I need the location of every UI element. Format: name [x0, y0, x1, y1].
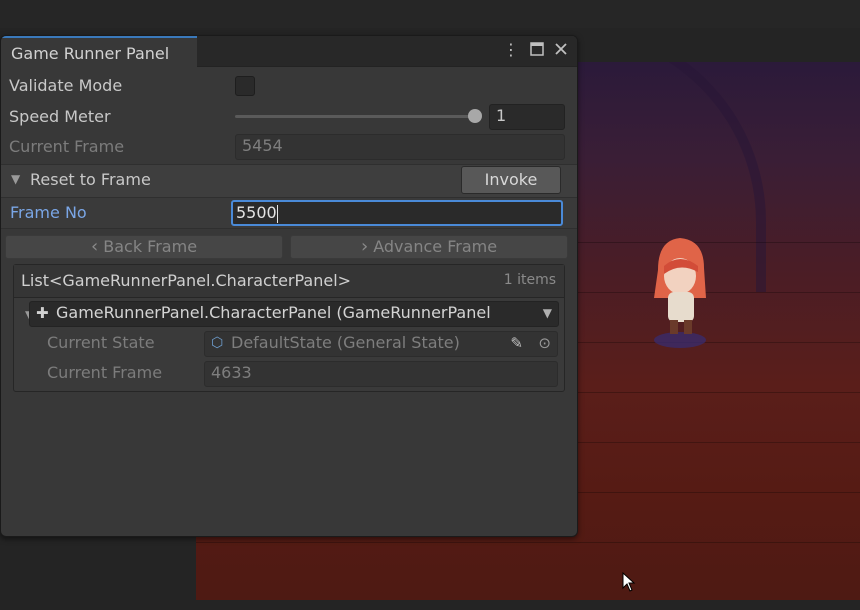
speed-meter-value-field[interactable]: 1	[489, 104, 565, 130]
current-state-field[interactable]: ⬡ DefaultState (General State) ✎ ⊙	[204, 331, 558, 357]
advance-frame-button[interactable]: › Advance Frame	[290, 235, 568, 259]
object-picker-icon[interactable]: ⊙	[538, 332, 551, 354]
state-cube-icon: ⬡	[211, 335, 224, 351]
editor-top-strip	[0, 0, 860, 28]
list-count-badge: 1 items	[503, 272, 556, 288]
current-state-value: DefaultState (General State)	[231, 333, 460, 352]
chevron-right-icon: ›	[360, 236, 369, 257]
window-titlebar: Game Runner Panel ⋮	[1, 36, 577, 67]
speed-meter-slider-track[interactable]	[235, 115, 475, 118]
close-icon[interactable]	[553, 42, 569, 58]
advance-frame-label: Advance Frame	[373, 237, 498, 256]
chevron-left-icon: ‹	[90, 236, 99, 257]
current-frame-row: Current Frame 5454	[1, 134, 577, 160]
back-frame-label: Back Frame	[103, 237, 198, 256]
dropdown-arrow-icon[interactable]: ▼	[543, 306, 552, 320]
speed-meter-slider-handle[interactable]	[468, 109, 482, 123]
reset-to-frame-label: Reset to Frame	[30, 170, 151, 189]
frame-no-value: 5500	[236, 203, 277, 222]
game-runner-panel-window: Game Runner Panel ⋮ Validate Mode Speed …	[0, 35, 578, 537]
speed-meter-row: Speed Meter 1	[1, 104, 577, 130]
pencil-icon[interactable]: ✎	[510, 332, 523, 354]
validate-mode-checkbox[interactable]	[235, 76, 255, 96]
list-element-header[interactable]: ✚ GameRunnerPanel.CharacterPanel (GameRu…	[29, 301, 559, 327]
frame-no-input[interactable]: 5500	[231, 200, 563, 226]
list-header[interactable]: List<GameRunnerPanel.CharacterPanel> 1 i…	[14, 265, 564, 298]
foldout-arrow-icon[interactable]: ▼	[11, 172, 20, 186]
speed-meter-label: Speed Meter	[9, 107, 111, 126]
current-state-label: Current State	[47, 333, 155, 352]
list-title: List<GameRunnerPanel.CharacterPanel>	[21, 271, 352, 290]
kebab-menu-icon[interactable]: ⋮	[503, 42, 519, 58]
character-sprite	[654, 238, 706, 348]
puzzle-piece-icon: ✚	[36, 304, 49, 322]
reset-to-frame-header[interactable]: ▼ Reset to Frame Invoke	[1, 164, 577, 198]
frame-no-label: Frame No	[10, 203, 87, 222]
tab-game-runner-panel[interactable]: Game Runner Panel	[1, 36, 197, 67]
text-caret	[276, 204, 278, 223]
element-current-frame-label: Current Frame	[47, 363, 163, 382]
current-frame-field: 5454	[235, 134, 565, 160]
mouse-cursor-icon	[622, 572, 636, 592]
maximize-icon[interactable]	[529, 42, 545, 58]
validate-mode-label: Validate Mode	[9, 76, 123, 95]
frame-no-row: Frame No 5500	[1, 198, 577, 229]
tab-title: Game Runner Panel	[11, 44, 170, 63]
invoke-button[interactable]: Invoke	[461, 166, 561, 194]
list-element-title: GameRunnerPanel.CharacterPanel (GameRunn…	[56, 303, 491, 322]
back-frame-button[interactable]: ‹ Back Frame	[5, 235, 283, 259]
validate-mode-row: Validate Mode	[1, 74, 577, 98]
current-frame-label: Current Frame	[9, 137, 125, 156]
element-current-frame-field: 4633	[204, 361, 558, 387]
